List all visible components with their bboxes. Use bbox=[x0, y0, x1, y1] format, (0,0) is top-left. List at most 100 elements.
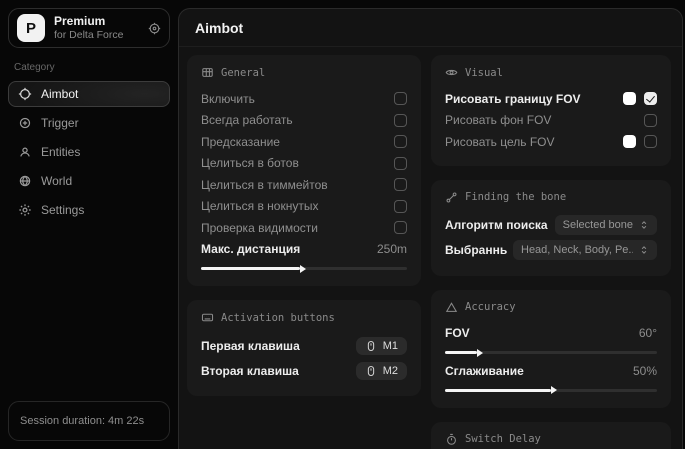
setting-row: Рисовать цель FOV bbox=[445, 131, 657, 153]
row-label: Целиться в тиммейтов bbox=[201, 178, 328, 192]
row-label: Выбранные кости bbox=[445, 243, 507, 257]
checkbox[interactable] bbox=[394, 221, 407, 234]
section-title: Activation buttons bbox=[221, 312, 335, 324]
color-swatch[interactable] bbox=[623, 92, 636, 105]
setting-row: Целиться в нокнутых bbox=[201, 196, 407, 218]
row-label: Макс. дистанция bbox=[201, 242, 300, 256]
sidebar: P Premium for Delta Force Category bbox=[0, 0, 178, 449]
row-label: Включить bbox=[201, 92, 255, 106]
keybind-row: Первая клавиша M1 bbox=[201, 333, 407, 358]
globe-icon bbox=[18, 174, 32, 188]
section-title: General bbox=[221, 67, 265, 79]
checkbox[interactable] bbox=[394, 178, 407, 191]
sidebar-item-label: Trigger bbox=[41, 116, 79, 130]
dropdown-row: Выбранные кости Head, Neck, Body, Pe.. bbox=[445, 238, 657, 263]
sidebar-item-trigger[interactable]: Trigger bbox=[8, 110, 170, 136]
bone-icon bbox=[445, 191, 458, 204]
sidebar-item-label: Settings bbox=[41, 203, 84, 217]
keybind-button[interactable]: M2 bbox=[356, 362, 407, 380]
row-label: Алгоритм поиска костей bbox=[445, 218, 549, 232]
checkbox[interactable] bbox=[644, 92, 657, 105]
checkbox[interactable] bbox=[644, 135, 657, 148]
entities-icon bbox=[18, 145, 32, 159]
setting-row: Целиться в тиммейтов bbox=[201, 174, 407, 196]
checkbox[interactable] bbox=[394, 135, 407, 148]
row-label: Проверка видимости bbox=[201, 221, 318, 235]
updown-icon bbox=[639, 220, 649, 230]
sidebar-item-entities[interactable]: Entities bbox=[8, 139, 170, 165]
updown-icon bbox=[639, 245, 649, 255]
row-label: Целиться в нокнутых bbox=[201, 199, 318, 213]
keybind-button[interactable]: M1 bbox=[356, 337, 407, 355]
row-value: 50% bbox=[633, 364, 657, 378]
sidebar-item-label: Entities bbox=[41, 145, 80, 159]
selected-bones-dropdown[interactable]: Head, Neck, Body, Pe.. bbox=[513, 240, 657, 260]
general-card: General Включить Всегда работать Предска… bbox=[187, 55, 421, 286]
row-label: FOV bbox=[445, 326, 470, 340]
visual-card: Visual Рисовать границу FOV Рисовать фон… bbox=[431, 55, 671, 166]
category-label: Category bbox=[14, 62, 166, 73]
page-title: Aimbot bbox=[179, 9, 682, 47]
row-label: Вторая клавиша bbox=[201, 364, 299, 378]
sidebar-item-label: World bbox=[41, 174, 72, 188]
checkbox[interactable] bbox=[394, 157, 407, 170]
checkbox[interactable] bbox=[394, 114, 407, 127]
sidebar-item-world[interactable]: World bbox=[8, 168, 170, 194]
dropdown-row: Алгоритм поиска костей Selected bone bbox=[445, 213, 657, 238]
timer-icon bbox=[445, 433, 458, 446]
activation-card: Activation buttons Первая клавиша M1 bbox=[187, 300, 421, 396]
row-label: Предсказание bbox=[201, 135, 280, 149]
grid-icon bbox=[201, 66, 214, 79]
max-distance-slider[interactable] bbox=[201, 267, 407, 270]
logo-letter: P bbox=[26, 20, 36, 37]
sidebar-item-label: Aimbot bbox=[41, 87, 78, 101]
fov-slider[interactable] bbox=[445, 351, 657, 354]
row-label: Всегда работать bbox=[201, 113, 293, 127]
setting-row: Рисовать фон FOV bbox=[445, 110, 657, 132]
session-duration: Session duration: 4m 22s bbox=[8, 401, 170, 441]
crosshair-icon bbox=[18, 87, 32, 101]
row-value: 250m bbox=[377, 242, 407, 256]
setting-row: Включить bbox=[201, 88, 407, 110]
setting-row: Предсказание bbox=[201, 131, 407, 153]
license-subtitle: for Delta Force bbox=[54, 29, 139, 41]
license-card: P Premium for Delta Force bbox=[8, 8, 170, 48]
slider-row: FOV 60° bbox=[445, 323, 657, 345]
row-label: Рисовать цель FOV bbox=[445, 135, 555, 149]
app-logo: P bbox=[17, 14, 45, 42]
row-label: Рисовать фон FOV bbox=[445, 113, 551, 127]
section-title: Switch Delay bbox=[465, 433, 541, 445]
sync-icon[interactable] bbox=[148, 22, 161, 35]
keybind-row: Вторая клавиша M2 bbox=[201, 358, 407, 383]
row-value: 60° bbox=[639, 326, 657, 340]
row-label: Первая клавиша bbox=[201, 339, 300, 353]
trigger-icon bbox=[18, 116, 32, 130]
bone-algorithm-dropdown[interactable]: Selected bone bbox=[555, 215, 657, 235]
row-label: Рисовать границу FOV bbox=[445, 92, 581, 106]
sidebar-item-settings[interactable]: Settings bbox=[8, 197, 170, 223]
checkbox[interactable] bbox=[644, 114, 657, 127]
app-window: P Premium for Delta Force Category bbox=[0, 0, 685, 449]
section-title: Finding the bone bbox=[465, 191, 566, 203]
triangle-icon bbox=[445, 301, 458, 314]
row-label: Сглаживание bbox=[445, 364, 524, 378]
color-swatch[interactable] bbox=[623, 135, 636, 148]
smoothing-slider[interactable] bbox=[445, 389, 657, 392]
sidebar-nav: Aimbot Trigger Entities bbox=[8, 81, 170, 226]
section-title: Visual bbox=[465, 67, 503, 79]
keyboard-icon bbox=[201, 311, 214, 324]
mouse-icon bbox=[365, 365, 377, 377]
setting-row: Всегда работать bbox=[201, 110, 407, 132]
eye-icon bbox=[445, 66, 458, 79]
gear-icon bbox=[18, 203, 32, 217]
section-title: Accuracy bbox=[465, 301, 516, 313]
accuracy-card: Accuracy FOV 60° Сглаживание 50% bbox=[431, 290, 671, 408]
setting-row: Проверка видимости bbox=[201, 217, 407, 239]
setting-row: Рисовать границу FOV bbox=[445, 88, 657, 110]
row-label: Целиться в ботов bbox=[201, 156, 299, 170]
sidebar-item-aimbot[interactable]: Aimbot bbox=[8, 81, 170, 107]
bone-card: Finding the bone Алгоритм поиска костей … bbox=[431, 180, 671, 276]
checkbox[interactable] bbox=[394, 200, 407, 213]
setting-row: Целиться в ботов bbox=[201, 153, 407, 175]
checkbox[interactable] bbox=[394, 92, 407, 105]
